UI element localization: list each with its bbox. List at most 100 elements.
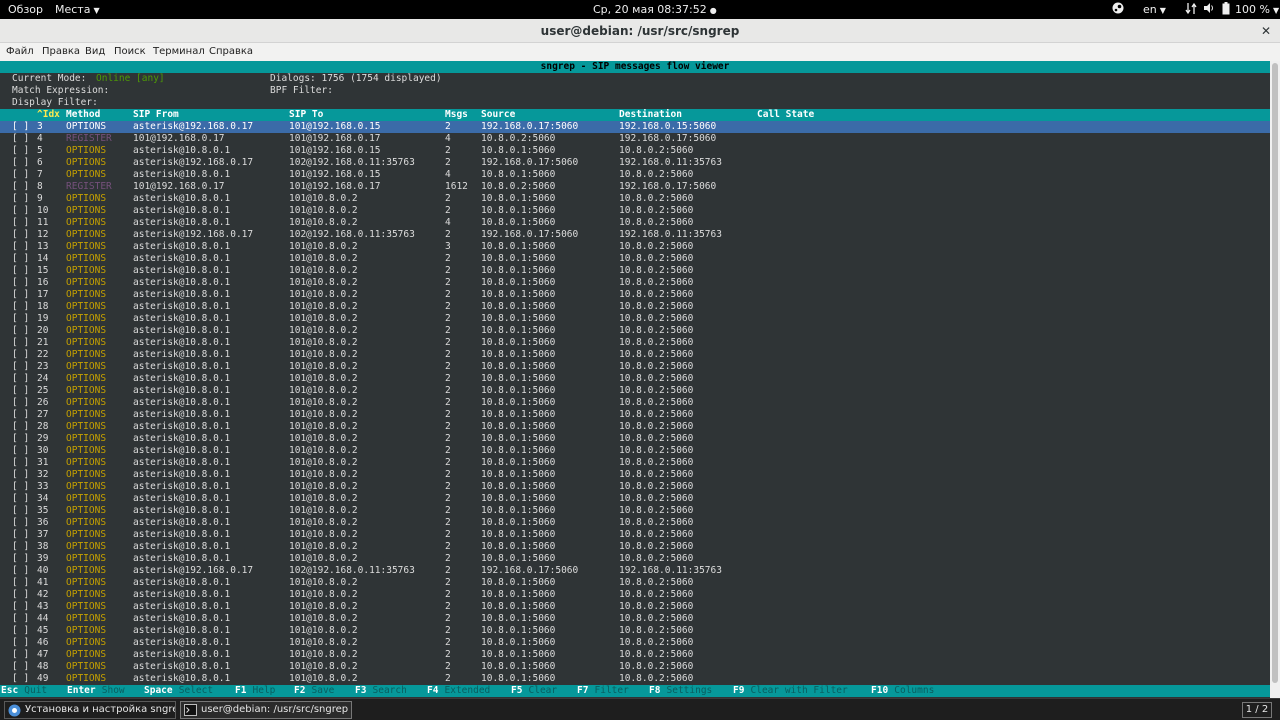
table-row[interactable]: [ ] 12 OPTIONS asterisk@192.168.0.17 102@192…	[0, 229, 1270, 241]
menu-view[interactable]: Вид	[85, 46, 105, 57]
col-method-header[interactable]: Method	[66, 109, 100, 121]
table-row[interactable]: [ ] 13 OPTIONS asterisk@10.8.0.1 101@10.8.0.…	[0, 241, 1270, 253]
table-row[interactable]: [ ] 48 OPTIONS asterisk@10.8.0.1 101@10.8.0.…	[0, 661, 1270, 673]
footer-action[interactable]: Quit	[24, 685, 47, 697]
row-checkbox[interactable]: [ ]	[12, 337, 29, 349]
row-checkbox[interactable]: [ ]	[12, 205, 29, 217]
table-row[interactable]: [ ] 6 OPTIONS asterisk@192.168.0.17 102@192.…	[0, 157, 1270, 169]
table-row[interactable]: [ ] 28 OPTIONS asterisk@10.8.0.1 101@10.8.0.…	[0, 421, 1270, 433]
row-checkbox[interactable]: [ ]	[12, 505, 29, 517]
row-checkbox[interactable]: [ ]	[12, 397, 29, 409]
row-checkbox[interactable]: [ ]	[12, 217, 29, 229]
row-checkbox[interactable]: [ ]	[12, 349, 29, 361]
table-row[interactable]: [ ] 37 OPTIONS asterisk@10.8.0.1 101@10.8.0.…	[0, 529, 1270, 541]
table-row[interactable]: [ ] 7 OPTIONS asterisk@10.8.0.1 101@192.168.…	[0, 169, 1270, 181]
table-row[interactable]: [ ] 16 OPTIONS asterisk@10.8.0.1 101@10.8.0.…	[0, 277, 1270, 289]
row-checkbox[interactable]: [ ]	[12, 601, 29, 613]
row-checkbox[interactable]: [ ]	[12, 457, 29, 469]
table-row[interactable]: [ ] 39 OPTIONS asterisk@10.8.0.1 101@10.8.0.…	[0, 553, 1270, 565]
menu-edit[interactable]: Правка	[42, 46, 80, 57]
table-row[interactable]: [ ] 34 OPTIONS asterisk@10.8.0.1 101@10.8.0.…	[0, 493, 1270, 505]
workspace-pager[interactable]: 1 / 2	[1242, 702, 1272, 718]
row-checkbox[interactable]: [ ]	[12, 385, 29, 397]
col-source-header[interactable]: Source	[481, 109, 515, 121]
table-row[interactable]: [ ] 43 OPTIONS asterisk@10.8.0.1 101@10.8.0.…	[0, 601, 1270, 613]
table-row[interactable]: [ ] 46 OPTIONS asterisk@10.8.0.1 101@10.8.0.…	[0, 637, 1270, 649]
col-to-header[interactable]: SIP To	[289, 109, 323, 121]
table-row[interactable]: [ ] 49 OPTIONS asterisk@10.8.0.1 101@10.8.0.…	[0, 673, 1270, 685]
row-checkbox[interactable]: [ ]	[12, 409, 29, 421]
table-row[interactable]: [ ] 42 OPTIONS asterisk@10.8.0.1 101@10.8.0.…	[0, 589, 1270, 601]
row-checkbox[interactable]: [ ]	[12, 229, 29, 241]
row-checkbox[interactable]: [ ]	[12, 361, 29, 373]
row-checkbox[interactable]: [ ]	[12, 493, 29, 505]
places-menu[interactable]: Места ▼	[55, 3, 100, 16]
row-checkbox[interactable]: [ ]	[12, 649, 29, 661]
footer-action[interactable]: Extended	[445, 685, 491, 697]
menu-terminal[interactable]: Терминал	[153, 46, 205, 57]
table-row[interactable]: [ ] 27 OPTIONS asterisk@10.8.0.1 101@10.8.0.…	[0, 409, 1270, 421]
table-row[interactable]: [ ] 8 REGISTER 101@192.168.0.17 101@192.168.…	[0, 181, 1270, 193]
row-checkbox[interactable]: [ ]	[12, 289, 29, 301]
table-row[interactable]: [ ] 4 REGISTER 101@192.168.0.17 101@192.168.…	[0, 133, 1270, 145]
table-row[interactable]: [ ] 33 OPTIONS asterisk@10.8.0.1 101@10.8.0.…	[0, 481, 1270, 493]
row-checkbox[interactable]: [ ]	[12, 157, 29, 169]
row-checkbox[interactable]: [ ]	[12, 253, 29, 265]
network-icon[interactable]	[1185, 2, 1197, 18]
row-checkbox[interactable]: [ ]	[12, 181, 29, 193]
task-browser[interactable]: Установка и настройка sngrep дл...	[4, 701, 176, 719]
table-row[interactable]: [ ] 41 OPTIONS asterisk@10.8.0.1 101@10.8.0.…	[0, 577, 1270, 589]
table-row[interactable]: [ ] 45 OPTIONS asterisk@10.8.0.1 101@10.8.0.…	[0, 625, 1270, 637]
menu-help[interactable]: Справка	[209, 46, 253, 57]
footer-action[interactable]: Select	[179, 685, 213, 697]
table-row[interactable]: [ ] 14 OPTIONS asterisk@10.8.0.1 101@10.8.0.…	[0, 253, 1270, 265]
task-terminal[interactable]: user@debian: /usr/src/sngrep	[180, 701, 352, 719]
row-checkbox[interactable]: [ ]	[12, 637, 29, 649]
row-checkbox[interactable]: [ ]	[12, 517, 29, 529]
footer-action[interactable]: Clear with Filter	[751, 685, 848, 697]
footer-action[interactable]: Settings	[667, 685, 713, 697]
row-checkbox[interactable]: [ ]	[12, 325, 29, 337]
volume-icon[interactable]	[1203, 2, 1215, 17]
table-row[interactable]: [ ] 40 OPTIONS asterisk@192.168.0.17 102@192…	[0, 565, 1270, 577]
row-checkbox[interactable]: [ ]	[12, 145, 29, 157]
col-state-header[interactable]: Call State	[757, 109, 814, 121]
row-checkbox[interactable]: [ ]	[12, 121, 29, 133]
table-row[interactable]: [ ] 19 OPTIONS asterisk@10.8.0.1 101@10.8.0.…	[0, 313, 1270, 325]
clock[interactable]: Ср, 20 мая 08:37:52 ●	[593, 3, 717, 16]
row-checkbox[interactable]: [ ]	[12, 433, 29, 445]
row-checkbox[interactable]: [ ]	[12, 625, 29, 637]
col-destination-header[interactable]: Destination	[619, 109, 682, 121]
footer-action[interactable]: Filter	[595, 685, 629, 697]
row-checkbox[interactable]: [ ]	[12, 529, 29, 541]
row-checkbox[interactable]: [ ]	[12, 133, 29, 145]
menu-file[interactable]: Файл	[6, 46, 34, 57]
row-checkbox[interactable]: [ ]	[12, 169, 29, 181]
table-row[interactable]: [ ] 47 OPTIONS asterisk@10.8.0.1 101@10.8.0.…	[0, 649, 1270, 661]
row-checkbox[interactable]: [ ]	[12, 481, 29, 493]
scrollbar-thumb[interactable]	[1272, 63, 1278, 683]
row-checkbox[interactable]: [ ]	[12, 193, 29, 205]
steam-tray-icon[interactable]	[1112, 2, 1124, 17]
footer-action[interactable]: Save	[312, 685, 335, 697]
activities-button[interactable]: Обзор	[8, 3, 43, 16]
row-checkbox[interactable]: [ ]	[12, 553, 29, 565]
row-checkbox[interactable]: [ ]	[12, 277, 29, 289]
footer-action[interactable]: Search	[373, 685, 407, 697]
col-idx-header[interactable]: ^Idx	[37, 109, 60, 121]
terminal-scrollbar[interactable]	[1270, 61, 1280, 698]
table-row[interactable]: [ ] 9 OPTIONS asterisk@10.8.0.1 101@10.8.0.2…	[0, 193, 1270, 205]
table-row[interactable]: [ ] 15 OPTIONS asterisk@10.8.0.1 101@10.8.0.…	[0, 265, 1270, 277]
table-row[interactable]: [ ] 11 OPTIONS asterisk@10.8.0.1 101@10.8.0.…	[0, 217, 1270, 229]
table-row[interactable]: [ ] 24 OPTIONS asterisk@10.8.0.1 101@10.8.0.…	[0, 373, 1270, 385]
table-row[interactable]: [ ] 17 OPTIONS asterisk@10.8.0.1 101@10.8.0.…	[0, 289, 1270, 301]
menu-search[interactable]: Поиск	[114, 46, 146, 57]
row-checkbox[interactable]: [ ]	[12, 421, 29, 433]
table-row[interactable]: [ ] 44 OPTIONS asterisk@10.8.0.1 101@10.8.0.…	[0, 613, 1270, 625]
row-checkbox[interactable]: [ ]	[12, 565, 29, 577]
table-row[interactable]: [ ] 29 OPTIONS asterisk@10.8.0.1 101@10.8.0.…	[0, 433, 1270, 445]
col-msgs-header[interactable]: Msgs	[445, 109, 468, 121]
table-row[interactable]: [ ] 22 OPTIONS asterisk@10.8.0.1 101@10.8.0.…	[0, 349, 1270, 361]
table-row[interactable]: [ ] 21 OPTIONS asterisk@10.8.0.1 101@10.8.0.…	[0, 337, 1270, 349]
table-row[interactable]: [ ] 30 OPTIONS asterisk@10.8.0.1 101@10.8.0.…	[0, 445, 1270, 457]
